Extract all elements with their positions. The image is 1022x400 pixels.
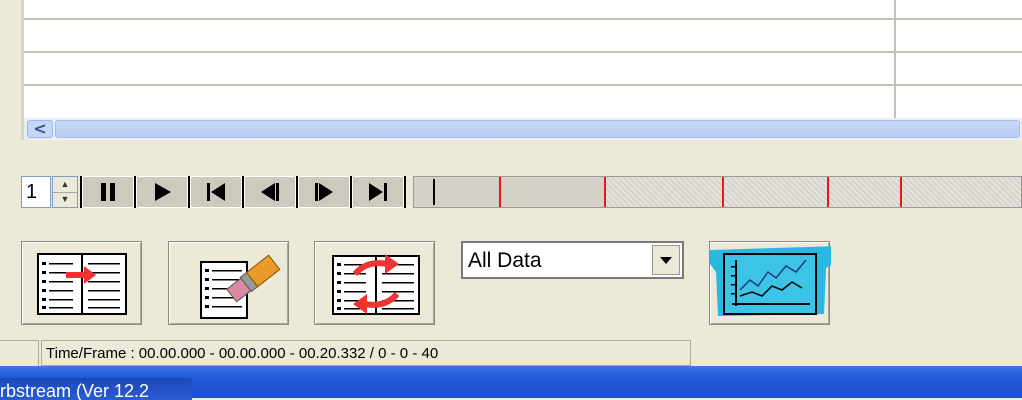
scroll-left-button[interactable]: < [27, 120, 53, 138]
erase-list-icon [200, 254, 281, 319]
table-row[interactable] [24, 0, 1022, 20]
swap-lists-button[interactable] [314, 241, 435, 325]
step-forward-icon [315, 183, 333, 201]
graph-icon [710, 246, 831, 316]
skip-to-start-icon [207, 183, 225, 201]
horizontal-scrollbar[interactable]: < [21, 118, 1022, 140]
export-list-button[interactable] [21, 241, 142, 325]
data-filter-select[interactable]: All Data [461, 241, 684, 279]
step-back-icon [261, 183, 279, 201]
scroll-thumb[interactable] [55, 120, 1020, 138]
timeline-marker [604, 177, 606, 207]
timeline-marker [900, 177, 902, 207]
spinner-down-button[interactable]: ▼ [53, 192, 77, 207]
timeline-marker [722, 177, 724, 207]
step-forward-button[interactable] [298, 176, 350, 208]
frame-spinner[interactable]: ▲ ▼ [52, 176, 78, 208]
export-list-icon [37, 253, 127, 315]
erase-list-button[interactable] [168, 241, 289, 325]
taskbar-button[interactable]: rbstream (Ver 12.2 [0, 378, 192, 400]
time-frame-status: Time/Frame : 00.00.000 - 00.00.000 - 00.… [41, 340, 691, 366]
transport-controls [80, 176, 406, 208]
taskbar: rbstream (Ver 12.2 [0, 366, 1022, 400]
step-back-button[interactable] [244, 176, 296, 208]
play-button[interactable] [136, 176, 188, 208]
swap-lists-icon [332, 254, 420, 315]
timeline-played-region [414, 177, 606, 207]
dropdown-button[interactable] [652, 245, 680, 275]
timeline-track[interactable] [413, 176, 1022, 208]
data-filter-value: All Data [468, 249, 542, 272]
pause-button[interactable] [82, 176, 134, 208]
status-bar: Time/Frame : 00.00.000 - 00.00.000 - 00.… [0, 340, 1022, 368]
data-table[interactable] [21, 0, 1022, 118]
chevron-left-icon: < [33, 119, 47, 138]
spinner-up-button[interactable]: ▲ [53, 177, 77, 193]
timeline-marker [499, 177, 501, 207]
table-row[interactable] [24, 84, 1022, 117]
column-divider [894, 0, 896, 118]
skip-to-start-button[interactable] [190, 176, 242, 208]
graph-button[interactable] [709, 241, 831, 325]
status-cell [0, 340, 39, 368]
table-row[interactable] [24, 51, 1022, 86]
play-icon [155, 183, 171, 201]
timeline-marker [827, 177, 829, 207]
pause-icon [101, 183, 115, 201]
chevron-down-icon [660, 257, 672, 264]
table-row[interactable] [24, 18, 1022, 53]
skip-to-end-button[interactable] [352, 176, 404, 208]
skip-to-end-icon [369, 183, 387, 201]
frame-spinner-input[interactable]: 1 [21, 176, 51, 208]
timeline-cursor[interactable] [433, 179, 435, 205]
